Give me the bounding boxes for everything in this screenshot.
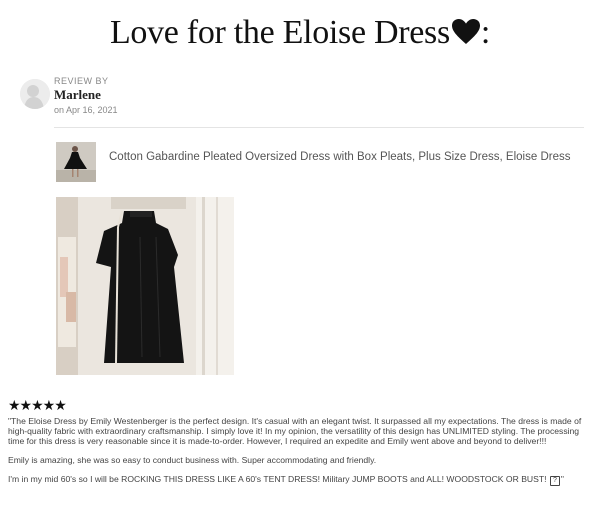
black-heart-icon: [451, 16, 481, 54]
review-paragraph-3-text: I'm in my mid 60's so I will be ROCKING …: [8, 474, 547, 484]
review-paragraph-1: "The Eloise Dress by Emily Westenberger …: [8, 416, 582, 446]
user-avatar-icon[interactable]: [20, 79, 50, 109]
review-by-label: REVIEW BY: [54, 76, 109, 86]
review-text: "The Eloise Dress by Emily Westenberger …: [8, 416, 596, 495]
review-photo[interactable]: [56, 197, 234, 375]
reviewer-name[interactable]: Marlene: [54, 87, 254, 103]
review-paragraph-3: I'm in my mid 60's so I will be ROCKING …: [8, 474, 596, 486]
reviewer-info: REVIEW BY Marlene on Apr 16, 2021: [54, 76, 254, 115]
product-title-link[interactable]: Cotton Gabardine Pleated Oversized Dress…: [109, 151, 570, 163]
review-date: on Apr 16, 2021: [54, 105, 118, 115]
divider: [54, 127, 584, 128]
product-thumbnail[interactable]: [56, 142, 96, 182]
page-title: Love for the Eloise Dress:: [0, 14, 600, 54]
page-title-text: Love for the Eloise Dress: [109, 14, 450, 51]
product-row[interactable]: Cotton Gabardine Pleated Oversized Dress…: [56, 142, 596, 182]
unknown-glyph-icon: ?: [549, 476, 560, 486]
page-title-colon: :: [480, 14, 491, 51]
star-rating: ★★★★★: [8, 397, 67, 413]
review-paragraph-3-end: ": [560, 474, 564, 484]
review-paragraph-2: Emily is amazing, she was so easy to con…: [8, 455, 377, 465]
